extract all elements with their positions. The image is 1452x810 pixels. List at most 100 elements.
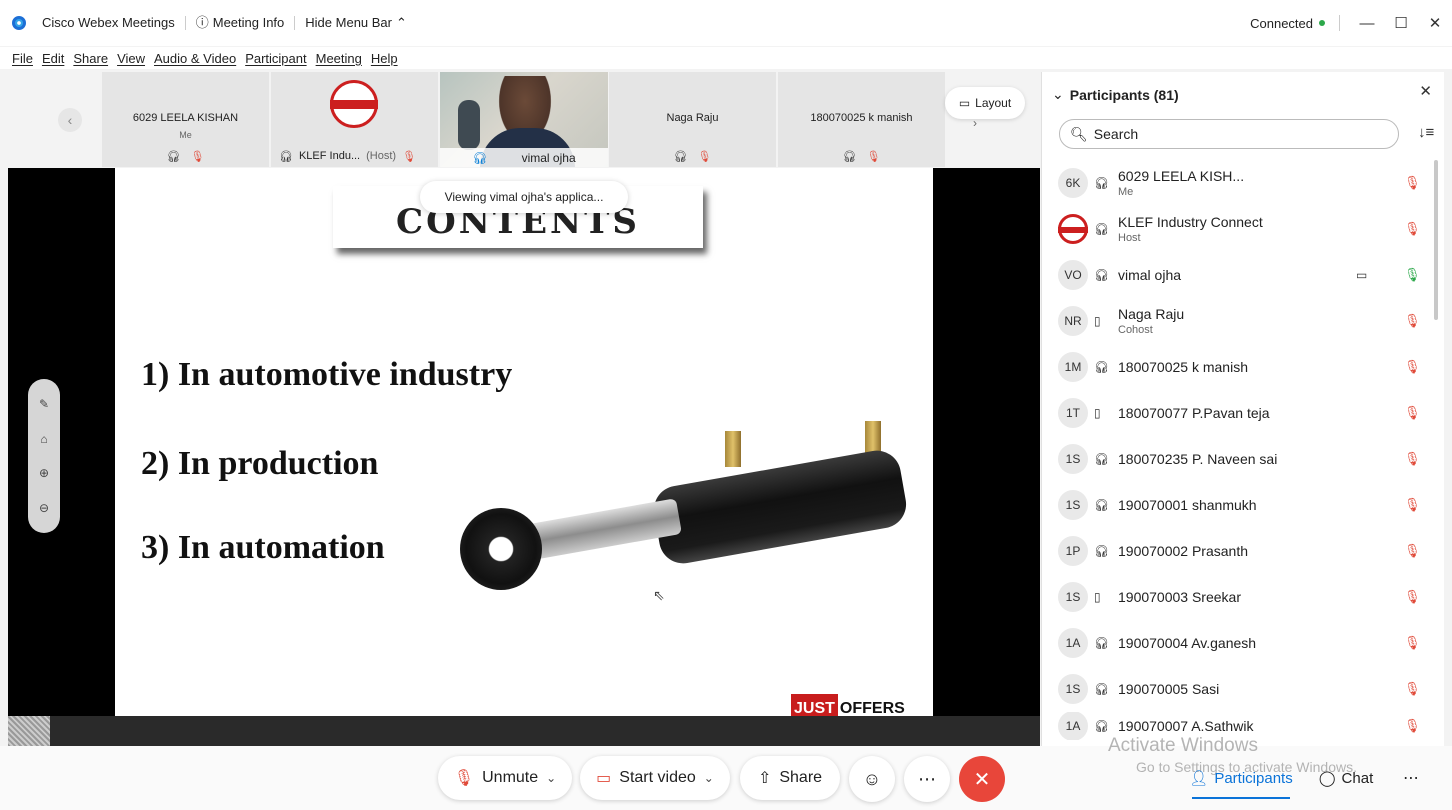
menu-file[interactable]: File (12, 51, 33, 66)
info-icon: ⓘ (195, 15, 209, 30)
thumb-klef[interactable]: 🎧︎ KLEF Indu... (Host) 🎙︎ (271, 72, 439, 167)
participant-row[interactable]: 1A 🎧︎ 190070004 Av.ganesh 🎙︎ (1042, 620, 1432, 666)
collapse-chevron-icon[interactable]: ⌄ (1052, 86, 1064, 103)
menu-audio-video[interactable]: Audio & Video (154, 51, 236, 66)
hide-menu-bar-button[interactable]: Hide Menu Bar ⌃ (295, 16, 417, 30)
connection-status: Connected (1250, 16, 1325, 31)
avatar: 1S (1058, 674, 1088, 704)
mic-muted-icon[interactable]: 🎙︎ (1404, 681, 1421, 697)
participant-name: 190070007 A.Sathwik (1118, 718, 1254, 734)
reactions-button[interactable]: ☺ (849, 756, 895, 802)
participant-row[interactable]: NR ▯ Naga Raju Cohost 🎙︎ (1042, 298, 1432, 344)
chevron-down-icon[interactable]: ⌄ (546, 771, 556, 785)
participant-name: 190070001 shanmukh (1118, 497, 1257, 513)
connected-dot-icon (1319, 20, 1325, 26)
start-video-button[interactable]: ▭ Start video ⌄ (580, 756, 730, 800)
share-button[interactable]: ⇧ Share (740, 756, 840, 800)
participant-role: Host (1118, 232, 1141, 244)
meeting-info-button[interactable]: ⓘ Meeting Info (186, 16, 296, 30)
participant-row[interactable]: 6K 🎧︎ 6029 LEELA KISH... Me 🎙︎ (1042, 160, 1432, 206)
participants-button[interactable]: 👤︎ Participants (1178, 757, 1304, 799)
resize-grip[interactable] (8, 716, 50, 746)
mic-on-icon[interactable]: 🎙︎ (1404, 267, 1421, 283)
divider (1339, 15, 1340, 31)
participant-search-input[interactable]: 🔍︎ Search (1059, 119, 1399, 149)
menu-meeting[interactable]: Meeting (316, 51, 362, 66)
zoom-out-icon[interactable]: ⊖ (39, 501, 49, 515)
slide-bullet-2: 2) In production (141, 445, 379, 482)
avatar: 1S (1058, 444, 1088, 474)
mic-muted-icon[interactable]: 🎙︎ (1404, 451, 1421, 467)
participant-name: 180070025 k manish (1118, 359, 1248, 375)
shared-slide: CONTENTS 1) In automotive industry 2) In… (115, 168, 933, 716)
menu-participant[interactable]: Participant (245, 51, 306, 66)
thumb-leela-kishan[interactable]: 6029 LEELA KISHAN Me 🎧︎ 🎙︎ (102, 72, 270, 167)
thumb-k-manish[interactable]: 180070025 k manish 🎧︎ 🎙︎ (778, 72, 946, 167)
headset-icon: 🎧︎ (1094, 636, 1110, 650)
zoom-in-icon[interactable]: ⊕ (39, 466, 49, 480)
menu-help[interactable]: Help (371, 51, 398, 66)
mic-muted-icon: 🎙︎ (697, 151, 712, 163)
mic-muted-icon[interactable]: 🎙︎ (1404, 313, 1421, 329)
participants-icon: 👤︎ (1189, 770, 1209, 787)
menu-view[interactable]: View (117, 51, 145, 66)
participant-row[interactable]: 🎧︎ KLEF Industry Connect Host 🎙︎ (1042, 206, 1432, 252)
chat-button[interactable]: ◯ Chat (1306, 757, 1386, 799)
strip-prev-button[interactable]: ‹ (58, 108, 82, 132)
strip-next-button[interactable]: › (963, 116, 987, 130)
participant-name: 190070004 Av.ganesh (1118, 635, 1257, 651)
participant-name: vimal ojha (1118, 267, 1182, 283)
more-options-button[interactable]: ⋯ (904, 756, 950, 802)
mic-muted-icon[interactable]: 🎙︎ (1404, 718, 1421, 734)
mic-muted-icon[interactable]: 🎙︎ (1404, 221, 1421, 237)
participant-row[interactable]: 1S 🎧︎ 190070001 shanmukh 🎙︎ (1042, 482, 1432, 528)
share-label: Share (779, 769, 823, 786)
chat-bubble-icon: ◯ (1318, 770, 1336, 787)
participant-row[interactable]: 1M 🎧︎ 180070025 k manish 🎙︎ (1042, 344, 1432, 390)
mic-muted-icon[interactable]: 🎙︎ (1404, 635, 1421, 651)
avatar: 1T (1058, 398, 1088, 428)
mic-muted-icon[interactable]: 🎙︎ (1404, 405, 1421, 421)
panel-scrollbar[interactable] (1434, 160, 1438, 320)
sort-icon[interactable]: ↓≡ (1418, 124, 1434, 141)
panel-more-button[interactable]: ⋯ (1390, 757, 1432, 799)
headset-icon: 🎧︎ (842, 151, 857, 163)
chevron-down-icon[interactable]: ⌄ (704, 771, 714, 785)
search-icon: 🔍︎ (1070, 125, 1088, 142)
phone-icon: ▯ (1094, 314, 1101, 328)
mic-muted-icon[interactable]: 🎙︎ (1404, 175, 1421, 191)
participant-row[interactable]: 1T ▯ 180070077 P.Pavan teja 🎙︎ (1042, 390, 1432, 436)
participants-label: Participants (1214, 769, 1293, 787)
participant-name: 6029 LEELA KISH... (1118, 168, 1245, 184)
annotate-pen-icon[interactable]: ✎ (39, 397, 49, 411)
maximize-button[interactable]: ☐ (1384, 8, 1418, 38)
layout-icon: ▭ (958, 96, 971, 110)
participant-row[interactable]: 1P 🎧︎ 190070002 Prasanth 🎙︎ (1042, 528, 1432, 574)
close-panel-button[interactable]: ✕ (1419, 82, 1432, 100)
leave-meeting-button[interactable]: ✕ (959, 756, 1005, 802)
participant-row[interactable]: VO 🎧︎ vimal ojha ▭ 🎙︎ (1042, 252, 1432, 298)
thumb-naga-raju[interactable]: Naga Raju 🎧︎ 🎙︎ (609, 72, 777, 167)
participant-name: 190070002 Prasanth (1118, 543, 1248, 559)
headset-icon: 🎧︎ (673, 151, 688, 163)
mic-muted-icon[interactable]: 🎙︎ (1404, 497, 1421, 513)
viewing-indicator: Viewing vimal ojha's applica... (420, 181, 628, 213)
participant-row[interactable]: 1S 🎧︎ 190070005 Sasi 🎙︎ (1042, 666, 1432, 712)
video-off-icon: ▭ (596, 770, 612, 787)
participant-row[interactable]: 1S 🎧︎ 180070235 P. Naveen sai 🎙︎ (1042, 436, 1432, 482)
mic-muted-icon[interactable]: 🎙︎ (1404, 543, 1421, 559)
remote-control-icon[interactable]: ⌂ (40, 432, 47, 446)
menu-edit[interactable]: Edit (42, 51, 64, 66)
ellipsis-icon: ⋯ (918, 768, 936, 789)
speaking-icon: 🎧︎ (472, 150, 488, 165)
unmute-button[interactable]: 🎙︎ Unmute ⌄ (438, 756, 572, 800)
participant-row[interactable]: 1S ▯ 190070003 Sreekar 🎙︎ (1042, 574, 1432, 620)
close-window-button[interactable]: ✕ (1418, 8, 1452, 38)
mic-muted-icon[interactable]: 🎙︎ (1404, 589, 1421, 605)
layout-button[interactable]: ▭ Layout (945, 87, 1025, 119)
minimize-button[interactable]: — (1350, 8, 1384, 38)
thumb-vimal-ojha-video[interactable]: 🎧︎ vimal ojha (440, 72, 608, 167)
menu-share[interactable]: Share (73, 51, 108, 66)
mic-muted-icon[interactable]: 🎙︎ (1404, 359, 1421, 375)
avatar: 1A (1058, 628, 1088, 658)
